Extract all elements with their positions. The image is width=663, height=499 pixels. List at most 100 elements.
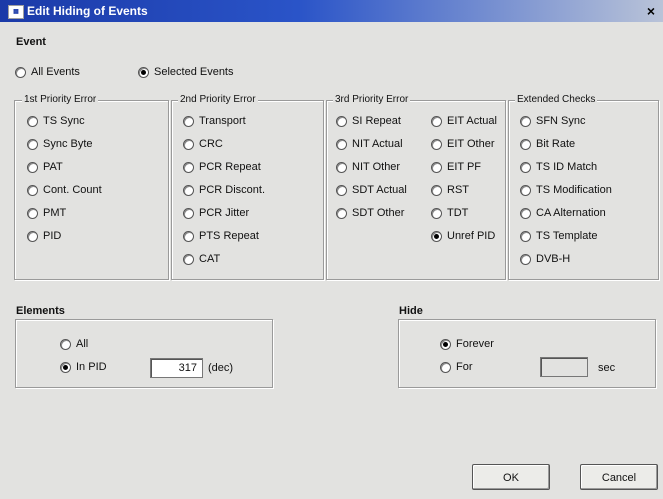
radio-label: PTS Repeat [199, 230, 259, 242]
radio-button[interactable] [336, 207, 347, 219]
radio-button[interactable] [431, 184, 442, 196]
cancel-button[interactable]: Cancel [580, 464, 658, 490]
radio-button[interactable] [520, 207, 531, 219]
radio-button[interactable] [520, 253, 531, 265]
radio-button[interactable] [27, 138, 38, 150]
radio-tdt[interactable]: TDT [431, 206, 468, 220]
radio-nit-actual[interactable]: NIT Actual [336, 137, 403, 151]
radio-label: TS Template [536, 230, 598, 242]
radio-button[interactable] [431, 230, 442, 242]
radio-label: PMT [43, 207, 67, 219]
radio-pid[interactable]: PID [27, 229, 61, 243]
radio-ts-modification[interactable]: TS Modification [520, 183, 612, 197]
elements-box [15, 319, 273, 388]
radio-button[interactable] [183, 230, 194, 242]
radio-button[interactable] [520, 161, 531, 173]
radio-button[interactable] [183, 138, 194, 150]
radio-crc[interactable]: CRC [183, 137, 223, 151]
radio-pat[interactable]: PAT [27, 160, 63, 174]
radio-button[interactable] [440, 338, 451, 350]
radio-sfn-sync[interactable]: SFN Sync [520, 114, 586, 128]
radio-cont-count[interactable]: Cont. Count [27, 183, 102, 197]
radio-sync-byte[interactable]: Sync Byte [27, 137, 93, 151]
radio-button[interactable] [520, 115, 531, 127]
radio-label: CA Alternation [536, 207, 606, 219]
radio-hide-for[interactable]: For [440, 360, 473, 374]
radio-button[interactable] [27, 184, 38, 196]
radio-button[interactable] [27, 115, 38, 127]
radio-pcr-discont[interactable]: PCR Discont. [183, 183, 265, 197]
radio-eit-actual[interactable]: EIT Actual [431, 114, 497, 128]
radio-button[interactable] [183, 115, 194, 127]
radio-button[interactable] [60, 361, 71, 373]
radio-button[interactable] [431, 115, 442, 127]
hide-seconds-input[interactable] [540, 357, 588, 377]
radio-all-events[interactable]: All Events [15, 65, 80, 79]
radio-bit-rate[interactable]: Bit Rate [520, 137, 575, 151]
radio-label: Cont. Count [43, 184, 102, 196]
radio-dvb-h[interactable]: DVB-H [520, 252, 570, 266]
radio-button[interactable] [183, 253, 194, 265]
ok-button[interactable]: OK [472, 464, 550, 490]
radio-unref-pid[interactable]: Unref PID [431, 229, 495, 243]
radio-button[interactable] [520, 230, 531, 242]
radio-button[interactable] [336, 161, 347, 173]
radio-button[interactable] [183, 184, 194, 196]
radio-button[interactable] [27, 230, 38, 242]
radio-label: Sync Byte [43, 138, 93, 150]
group-title-3rd-priority: 3rd Priority Error [333, 94, 411, 105]
radio-pts-repeat[interactable]: PTS Repeat [183, 229, 259, 243]
radio-button[interactable] [431, 161, 442, 173]
radio-elements-in-pid[interactable]: In PID [60, 360, 107, 374]
close-button[interactable]: × [643, 3, 659, 19]
radio-label: EIT PF [447, 161, 482, 173]
radio-button[interactable] [183, 207, 194, 219]
radio-button[interactable] [27, 161, 38, 173]
radio-eit-pf[interactable]: EIT PF [431, 160, 481, 174]
radio-eit-other[interactable]: EIT Other [431, 137, 494, 151]
radio-button[interactable] [431, 207, 442, 219]
radio-label: For [456, 361, 473, 373]
radio-nit-other[interactable]: NIT Other [336, 160, 400, 174]
radio-ca-alternation[interactable]: CA Alternation [520, 206, 606, 220]
radio-label: All [76, 338, 89, 350]
radio-button[interactable] [336, 138, 347, 150]
radio-label: TS ID Match [536, 161, 598, 173]
radio-selected-events[interactable]: Selected Events [138, 65, 234, 79]
radio-elements-all[interactable]: All [60, 337, 88, 351]
group-title-2nd-priority: 2nd Priority Error [178, 94, 258, 105]
radio-ts-id-match[interactable]: TS ID Match [520, 160, 597, 174]
radio-button[interactable] [60, 338, 71, 350]
radio-button[interactable] [440, 361, 451, 373]
radio-pcr-jitter[interactable]: PCR Jitter [183, 206, 249, 220]
radio-transport[interactable]: Transport [183, 114, 246, 128]
radio-button[interactable] [27, 207, 38, 219]
pid-value-input[interactable]: 317 [150, 358, 203, 378]
radio-button[interactable] [183, 161, 194, 173]
radio-cat[interactable]: CAT [183, 252, 220, 266]
radio-ts-template[interactable]: TS Template [520, 229, 598, 243]
radio-button[interactable] [336, 115, 347, 127]
radio-sdt-actual[interactable]: SDT Actual [336, 183, 407, 197]
radio-button[interactable] [336, 184, 347, 196]
radio-label: CAT [199, 253, 221, 265]
radio-button[interactable] [520, 138, 531, 150]
radio-label: EIT Actual [447, 115, 497, 127]
radio-label: SDT Actual [352, 184, 407, 196]
radio-label: PCR Repeat [199, 161, 261, 173]
radio-button[interactable] [520, 184, 531, 196]
radio-label: EIT Other [447, 138, 495, 150]
radio-pmt[interactable]: PMT [27, 206, 66, 220]
radio-button[interactable] [138, 66, 149, 78]
hide-box [398, 319, 656, 388]
radio-ts-sync[interactable]: TS Sync [27, 114, 85, 128]
radio-rst[interactable]: RST [431, 183, 469, 197]
radio-hide-forever[interactable]: Forever [440, 337, 494, 351]
radio-button[interactable] [15, 66, 26, 78]
radio-sdt-other[interactable]: SDT Other [336, 206, 404, 220]
radio-label: SFN Sync [536, 115, 586, 127]
radio-si-repeat[interactable]: SI Repeat [336, 114, 401, 128]
radio-label: CRC [199, 138, 223, 150]
radio-button[interactable] [431, 138, 442, 150]
radio-pcr-repeat[interactable]: PCR Repeat [183, 160, 261, 174]
